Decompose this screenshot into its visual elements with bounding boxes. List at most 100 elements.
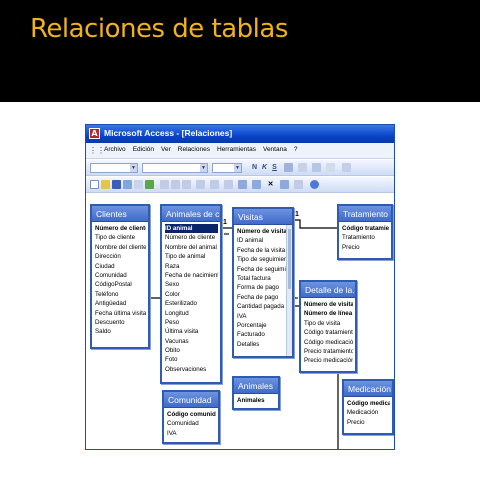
menu-archivo[interactable]: Archivo bbox=[104, 146, 126, 153]
field-item[interactable]: Comunidad bbox=[167, 419, 216, 428]
field-item[interactable]: Fecha de nacimiento bbox=[165, 271, 218, 280]
field-item[interactable]: Nombre del animal bbox=[165, 243, 218, 252]
field-item[interactable]: Foto bbox=[165, 355, 218, 364]
menu-help[interactable]: ? bbox=[294, 146, 298, 153]
show-direct-icon[interactable] bbox=[238, 180, 247, 189]
field-item[interactable]: Descuento bbox=[95, 318, 146, 327]
field-item[interactable]: Código tratamiento bbox=[342, 224, 389, 233]
field-item[interactable]: Precio bbox=[342, 243, 389, 252]
field-item[interactable]: Medicación bbox=[347, 408, 390, 417]
field-item[interactable]: Precio tratamiento bbox=[304, 347, 353, 356]
table-title[interactable]: Animales bbox=[234, 378, 278, 394]
border-icon[interactable] bbox=[326, 163, 335, 172]
field-item[interactable]: Código medicación bbox=[347, 399, 390, 408]
field-item[interactable]: Código tratamiento bbox=[304, 328, 353, 337]
field-item[interactable]: IVA bbox=[237, 312, 290, 321]
field-item[interactable]: Obito bbox=[165, 346, 218, 355]
field-item[interactable]: Precio bbox=[347, 418, 390, 427]
field-item[interactable]: Número de cliente bbox=[95, 224, 146, 233]
table-detalle-de-la-visita[interactable]: Detalle de la... Número de visita Número… bbox=[299, 280, 357, 373]
field-item[interactable]: Tipo de seguimiento bbox=[237, 255, 290, 264]
field-item[interactable]: Teléfono bbox=[95, 290, 146, 299]
table-tratamiento[interactable]: Tratamiento Código tratamiento Tratamien… bbox=[337, 204, 393, 260]
field-item[interactable]: Cantidad pagada bbox=[237, 302, 290, 311]
table-title[interactable]: Tratamiento bbox=[339, 206, 391, 222]
font-color-icon[interactable] bbox=[298, 163, 307, 172]
database-window-icon[interactable] bbox=[280, 180, 289, 189]
menu-relaciones[interactable]: Relaciones bbox=[178, 146, 210, 153]
undo-icon[interactable] bbox=[196, 180, 205, 189]
field-item[interactable]: IVA bbox=[167, 429, 216, 438]
field-item[interactable]: Fecha de pago bbox=[237, 293, 290, 302]
field-item[interactable]: Sexo bbox=[165, 280, 218, 289]
field-item[interactable]: Precio medicación bbox=[304, 356, 353, 365]
delete-icon[interactable]: ✕ bbox=[266, 180, 275, 189]
field-item[interactable]: Dirección bbox=[95, 252, 146, 261]
table-title[interactable]: Detalle de la... bbox=[301, 282, 355, 298]
field-item[interactable]: Fecha de la visita bbox=[237, 246, 290, 255]
table-title[interactable]: Clientes bbox=[92, 206, 148, 222]
clear-layout-icon[interactable] bbox=[210, 180, 219, 189]
table-title[interactable]: Comunidad bbox=[164, 392, 218, 408]
font-size-combo[interactable]: ▼ bbox=[212, 163, 242, 173]
field-item[interactable]: Esterilizado bbox=[165, 299, 218, 308]
copy-icon[interactable] bbox=[171, 180, 180, 189]
table-visitas[interactable]: Visitas Número de visita ID animal Fecha… bbox=[232, 207, 294, 358]
new-icon[interactable] bbox=[90, 180, 99, 189]
field-item[interactable]: Código medicación bbox=[304, 338, 353, 347]
preview-icon[interactable] bbox=[134, 180, 143, 189]
table-title[interactable]: Visitas bbox=[234, 209, 292, 225]
field-item[interactable]: Ciudad bbox=[95, 262, 146, 271]
field-item[interactable]: Número de cliente bbox=[165, 233, 218, 242]
field-item[interactable]: Vacunas bbox=[165, 337, 218, 346]
field-item[interactable]: Tipo de animal bbox=[165, 252, 218, 261]
field-item[interactable]: Tipo de visita bbox=[304, 319, 353, 328]
table-comunidad[interactable]: Comunidad Código comunidad Comunidad IVA bbox=[162, 390, 220, 444]
field-item[interactable]: CódigoPostal bbox=[95, 280, 146, 289]
field-item[interactable]: ID animal bbox=[237, 236, 290, 245]
font-name-combo[interactable]: ▼ bbox=[142, 163, 208, 173]
field-item[interactable]: Peso bbox=[165, 318, 218, 327]
table-title[interactable]: Medicación bbox=[344, 381, 392, 397]
table-medicacion[interactable]: Medicación Código medicación Medicación … bbox=[342, 379, 394, 435]
cut-icon[interactable] bbox=[160, 180, 169, 189]
field-item[interactable]: Fecha de seguimiento bbox=[237, 265, 290, 274]
field-item[interactable]: Observaciones bbox=[165, 365, 218, 374]
object-combo[interactable]: ▼ bbox=[90, 163, 138, 173]
field-item[interactable]: Comunidad bbox=[95, 271, 146, 280]
table-clientes[interactable]: Clientes Número de cliente Tipo de clien… bbox=[90, 204, 150, 349]
save-icon[interactable] bbox=[112, 180, 121, 189]
field-item[interactable]: Número de visita bbox=[237, 227, 290, 236]
bold-button[interactable]: N bbox=[250, 163, 259, 172]
field-item[interactable]: Porcentaje bbox=[237, 321, 290, 330]
special-effect-icon[interactable] bbox=[342, 163, 351, 172]
menu-edicion[interactable]: Edición bbox=[133, 146, 154, 153]
show-all-icon[interactable] bbox=[252, 180, 261, 189]
italic-button[interactable]: K bbox=[260, 163, 269, 172]
field-item[interactable]: Código comunidad bbox=[167, 410, 216, 419]
field-item[interactable]: Antigüedad bbox=[95, 299, 146, 308]
fill-color-icon[interactable] bbox=[284, 163, 293, 172]
field-item[interactable]: Detalles bbox=[237, 340, 290, 349]
table-animales[interactable]: Animales Animales bbox=[232, 376, 280, 410]
field-item[interactable]: Nombre del cliente bbox=[95, 243, 146, 252]
field-item[interactable]: Número de visita bbox=[304, 300, 353, 309]
field-item[interactable]: Animales bbox=[237, 396, 276, 405]
field-item[interactable]: Raza bbox=[165, 262, 218, 271]
field-item[interactable]: Saldo bbox=[95, 327, 146, 336]
field-item[interactable]: Tipo de cliente bbox=[95, 233, 146, 242]
menu-ver[interactable]: Ver bbox=[161, 146, 171, 153]
vertical-scrollbar[interactable] bbox=[286, 225, 292, 356]
window-titlebar[interactable]: A Microsoft Access - [Relaciones] bbox=[86, 125, 394, 143]
help-icon[interactable] bbox=[310, 180, 319, 189]
show-table-icon[interactable] bbox=[224, 180, 233, 189]
field-item[interactable]: Forma de pago bbox=[237, 283, 290, 292]
field-item[interactable]: Facturado bbox=[237, 330, 290, 339]
table-animales-de-compania[interactable]: Animales de c... ID animal Número de cli… bbox=[160, 204, 222, 384]
new-object-icon[interactable] bbox=[294, 180, 303, 189]
print-icon[interactable] bbox=[123, 180, 132, 189]
underline-button[interactable]: S bbox=[270, 163, 279, 172]
menu-herramientas[interactable]: Herramientas bbox=[217, 146, 256, 153]
field-item[interactable]: Longitud bbox=[165, 309, 218, 318]
spelling-icon[interactable] bbox=[145, 180, 154, 189]
